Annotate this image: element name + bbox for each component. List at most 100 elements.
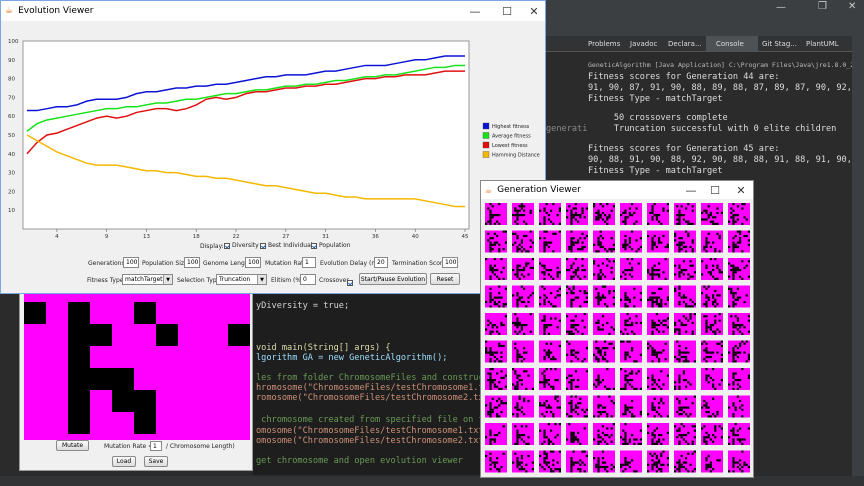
y-tick-label: 30 [8, 171, 15, 177]
load-button[interactable]: Load [112, 456, 136, 467]
generation-cell [674, 203, 696, 225]
tab-javadoc[interactable]: Javadoc [630, 40, 657, 48]
crossover-checkbox[interactable] [347, 280, 353, 286]
tab-git-staging[interactable]: Git Stag... [762, 40, 797, 48]
mutate-button[interactable]: Mutate [56, 440, 89, 451]
generation-cell [620, 285, 642, 308]
best-individual-checkbox[interactable]: Best Individual [260, 242, 312, 249]
evolution-viewer-titlebar[interactable]: ☕ Evolution Viewer — ☐ ✕ [1, 1, 545, 21]
legend-swatch [482, 132, 490, 139]
tab-problems[interactable]: Problems [588, 40, 620, 48]
generation-cell [728, 423, 750, 445]
generation-cell [620, 313, 642, 335]
legend-swatch [482, 151, 490, 158]
generation-viewer-title: Generation Viewer [497, 185, 581, 195]
generation-cell [566, 258, 588, 280]
start-pause-button[interactable]: Start/Pause Evolution [359, 273, 427, 285]
generation-cell [512, 285, 534, 308]
generation-cell [647, 313, 669, 335]
population-size-label: Population Size [142, 260, 188, 267]
console-header: GeneticAlgorithm [Java Application] C:\P… [588, 61, 864, 69]
fitness-type-label: Fitness Type [87, 277, 124, 284]
generation-cell [674, 230, 696, 253]
generation-cell [593, 258, 615, 280]
save-button[interactable]: Save [144, 456, 168, 467]
generation-viewer-titlebar[interactable]: ☕ Generation Viewer — ☐ ✕ [481, 181, 753, 199]
generation-cell [674, 395, 696, 418]
console-line-9: 90, 88, 91, 90, 88, 92, 90, 88, 88, 91, … [588, 155, 852, 165]
generation-cell [728, 285, 750, 308]
ide-minimize-icon[interactable]: — [776, 2, 786, 13]
reset-button[interactable]: Reset [430, 273, 460, 285]
ide-close-icon[interactable]: ✕ [848, 1, 856, 12]
evolution-delay-input[interactable]: 20 [374, 257, 388, 268]
code-line-10: get chromosome and open evolution viewer [256, 456, 463, 466]
generation-viewer-window: ☕ Generation Viewer — ☐ ✕ [480, 180, 754, 478]
selection-type-value: Truncation [219, 276, 251, 283]
mutation-rate-input[interactable]: 1 [150, 441, 162, 451]
x-tick-label: 36 [372, 234, 379, 239]
fitness-type-select[interactable]: matchTarget ▼ [122, 274, 173, 285]
generation-cell [512, 423, 534, 445]
population-size-input[interactable]: 100 [184, 257, 200, 268]
y-tick-label: 50 [8, 133, 15, 139]
code-line-9: omosome("ChromosomeFiles/testChromosome2… [256, 436, 489, 446]
elitism-input[interactable]: 0 [300, 274, 316, 285]
generation-cell [593, 395, 615, 418]
generation-cell [593, 313, 615, 335]
generation-cell [620, 203, 642, 225]
generation-cell [485, 368, 507, 390]
generation-cell [566, 340, 588, 363]
maximize-icon[interactable]: ☐ [495, 1, 519, 21]
generation-cell [674, 313, 696, 335]
population-checkbox[interactable]: Population [311, 242, 351, 249]
generation-cell [512, 203, 534, 225]
console-line-1: Fitness scores for Generation 44 are: [588, 72, 780, 82]
generation-cell [674, 340, 696, 363]
generation-cell [674, 450, 696, 473]
generation-cell [647, 230, 669, 253]
generation-cell [674, 368, 696, 390]
generation-cell [701, 285, 723, 308]
legend-label: Hamming Distance [492, 153, 540, 159]
minimize-icon[interactable]: — [679, 181, 703, 199]
termination-score-label: Termination Score [392, 260, 446, 267]
generation-cell [593, 285, 615, 308]
code-line-2: void main(String[] args) { [256, 343, 391, 353]
genome-length-input[interactable]: 100 [245, 257, 261, 268]
termination-score-input[interactable]: 100 [442, 257, 458, 268]
tab-console[interactable]: Console [716, 40, 744, 48]
generation-cell [620, 368, 642, 390]
code-line-1: yDiversity = true; [256, 301, 350, 311]
generation-cell [539, 203, 561, 225]
generation-cell [512, 313, 534, 335]
generation-cell [539, 368, 561, 390]
diversity-checkbox[interactable]: Diversity [224, 242, 259, 249]
y-tick-label: 90 [8, 58, 15, 64]
generation-cell [620, 230, 642, 253]
generation-cell [593, 423, 615, 445]
diversity-check-icon [224, 242, 230, 249]
generation-cell [620, 340, 642, 363]
x-tick-label: 18 [193, 234, 200, 239]
close-icon[interactable]: ✕ [729, 181, 753, 199]
tab-declaration[interactable]: Declara... [668, 40, 702, 48]
generation-cell [620, 423, 642, 445]
mutation-rate-suffix: / Chromosome Length) [166, 443, 235, 450]
y-tick-label: 70 [8, 95, 15, 101]
generations-input[interactable]: 100 [123, 257, 139, 268]
generation-cell [512, 340, 534, 363]
code-line-3: lgorithm GA = new GeneticAlgorithm(); [256, 353, 448, 363]
maximize-icon[interactable]: ☐ [703, 181, 727, 199]
console-line-2: 91, 90, 87, 91, 90, 88, 89, 88, 87, 89, … [588, 83, 852, 93]
minimize-icon[interactable]: — [463, 1, 487, 21]
chromosome-grid [24, 288, 250, 440]
ide-maximize-icon[interactable]: ❐ [818, 1, 827, 12]
tab-plantuml[interactable]: PlantUML [806, 40, 839, 48]
close-icon[interactable]: ✕ [522, 1, 545, 21]
generation-cell [485, 450, 507, 473]
generation-cell [485, 285, 507, 308]
mutation-rate-param-input[interactable]: 1 [302, 257, 316, 268]
selection-type-select[interactable]: Truncation ▼ [216, 274, 267, 285]
generation-cell [647, 203, 669, 225]
